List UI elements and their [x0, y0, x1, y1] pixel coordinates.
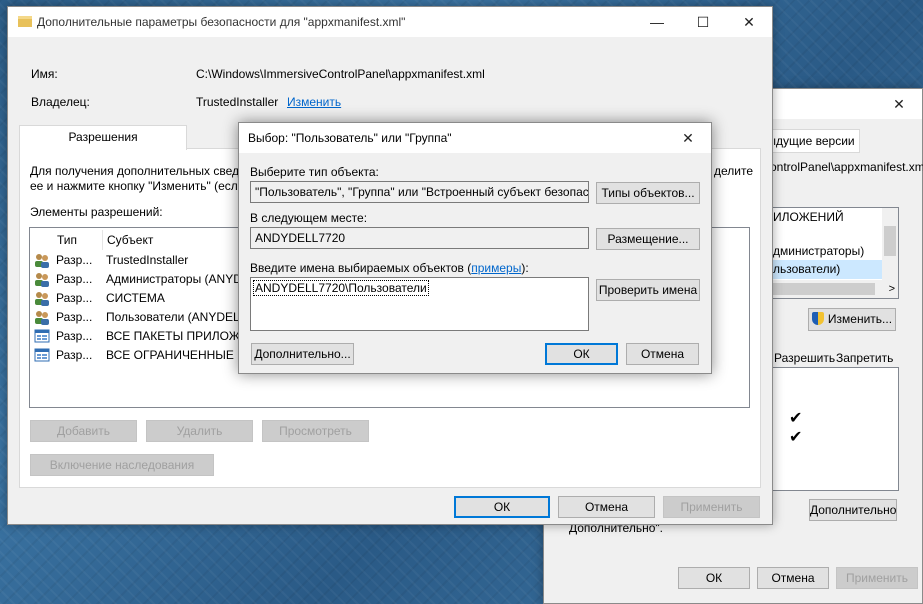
view-button[interactable]: Просмотреть [262, 420, 369, 442]
app-package-icon [34, 347, 50, 363]
list-item[interactable]: льзователи) [773, 260, 883, 279]
row-subject[interactable]: Пользователи (ANYDEL [106, 310, 240, 324]
app-package-icon [34, 328, 50, 344]
info-text-end: делите [714, 164, 754, 178]
examples-link[interactable]: примеры [471, 261, 521, 275]
row-subject[interactable]: ВСЕ ПАКЕТЫ ПРИЛОЖЕ [106, 329, 248, 343]
user-group-icon [34, 309, 50, 325]
permissions-grid: ✔ ✔ [762, 367, 899, 491]
col-deny: Запретить [836, 351, 894, 365]
apply-button[interactable]: Применить [836, 567, 918, 589]
cancel-button[interactable]: Отмена [558, 496, 655, 518]
object-names-input[interactable]: ANDYDELL7720\Пользователи [250, 277, 589, 331]
enable-inheritance-button[interactable]: Включение наследования [30, 454, 214, 476]
owner-value: TrustedInstaller [196, 95, 279, 109]
object-names-value[interactable]: ANDYDELL7720\Пользователи [253, 280, 429, 296]
names-label-prefix: Введите имена выбираемых объектов ( [250, 261, 472, 275]
name-value: C:\Windows\ImmersiveControlPanel\appxman… [196, 67, 485, 81]
remove-button[interactable]: Удалить [146, 420, 253, 442]
close-icon[interactable]: ✕ [726, 7, 772, 37]
row-type[interactable]: Разр... [56, 348, 92, 362]
ok-button[interactable]: ОК [545, 343, 618, 365]
location-label: В следующем месте: [250, 211, 368, 225]
locations-button[interactable]: Размещение... [596, 228, 700, 250]
name-label: Имя: [31, 67, 58, 81]
horizontal-scrollbar[interactable]: > [763, 280, 898, 298]
info-text-line1: Для получения дополнительных свед [30, 164, 240, 178]
column-divider [102, 230, 103, 250]
add-button[interactable]: Добавить [30, 420, 137, 442]
names-label: Введите имена выбираемых объектов (приме… [250, 261, 529, 275]
user-group-icon [34, 290, 50, 306]
row-subject[interactable]: ВСЕ ОГРАНИЧЕННЫЕ П [106, 348, 246, 362]
close-icon[interactable]: ✕ [665, 123, 711, 153]
apply-button[interactable]: Применить [663, 496, 760, 518]
window-title: Дополнительные параметры безопасности дл… [37, 15, 406, 29]
row-subject[interactable]: Администраторы (ANYDE [106, 272, 250, 286]
change-button[interactable]: Изменить... [808, 308, 896, 331]
perm-entries-label: Элементы разрешений: [30, 205, 163, 219]
row-type[interactable]: Разр... [56, 272, 92, 286]
ok-button[interactable]: ОК [454, 496, 550, 518]
col-type-header[interactable]: Тип [57, 233, 77, 247]
advanced-button[interactable]: Дополнительно... [251, 343, 354, 365]
row-subject[interactable]: TrustedInstaller [106, 253, 188, 267]
ok-button[interactable]: ОК [678, 567, 750, 589]
scroll-thumb[interactable] [884, 226, 896, 256]
user-group-icon [34, 271, 50, 287]
info-text-line2: ее и нажмите кнопку "Изменить" (есл [30, 179, 238, 193]
owner-label: Владелец: [31, 95, 90, 109]
dialog-title: Выбор: "Пользователь" или "Группа" [248, 131, 452, 145]
advanced-button[interactable]: Дополнительно [809, 499, 897, 521]
shield-icon [811, 312, 824, 325]
cancel-button[interactable]: Отмена [757, 567, 829, 589]
chevron-right-icon[interactable]: > [889, 280, 895, 298]
row-type[interactable]: Разр... [56, 253, 92, 267]
maximize-icon[interactable]: ☐ [680, 7, 726, 37]
list-item[interactable]: ИЛОЖЕНИЙ [773, 208, 844, 227]
row-type[interactable]: Разр... [56, 310, 92, 324]
check-icon: ✔ [789, 429, 803, 446]
object-type-label: Выберите тип объекта: [250, 165, 379, 179]
user-group-icon [34, 252, 50, 268]
hscroll-thumb[interactable] [765, 283, 875, 295]
close-icon[interactable]: ✕ [876, 89, 922, 119]
change-button-label: Изменить... [827, 312, 893, 326]
tab-previous-versions[interactable]: ыдущие версии [762, 129, 860, 153]
owner-change-link[interactable]: Изменить [287, 95, 341, 109]
names-label-suffix: ): [521, 261, 529, 275]
check-names-button[interactable]: Проверить имена [596, 279, 700, 301]
tab-permissions[interactable]: Разрешения [19, 125, 187, 150]
object-type-field: "Пользователь", "Группа" или "Встроенный… [250, 181, 589, 203]
minimize-icon[interactable]: — [634, 7, 680, 37]
check-icon: ✔ [789, 410, 803, 427]
object-path: ontrolPanel\appxmanifest.xm [770, 160, 923, 174]
cancel-button[interactable]: Отмена [626, 343, 699, 365]
group-list[interactable]: ИЛОЖЕНИЙ дминистраторы) льзователи) > [762, 207, 899, 299]
list-item[interactable]: дминистраторы) [773, 242, 864, 261]
object-types-button[interactable]: Типы объектов... [596, 182, 700, 204]
select-user-group-dialog: Выбор: "Пользователь" или "Группа" ✕ Выб… [238, 122, 712, 374]
row-type[interactable]: Разр... [56, 329, 92, 343]
location-field: ANDYDELL7720 [250, 227, 589, 249]
main-titlebar: Дополнительные параметры безопасности дл… [8, 7, 772, 37]
scrollbar[interactable] [882, 208, 898, 280]
dialog-titlebar: Выбор: "Пользователь" или "Группа" ✕ [239, 123, 711, 153]
col-subject-header[interactable]: Субъект [107, 233, 153, 247]
col-allow: Разрешить [774, 351, 836, 365]
row-type[interactable]: Разр... [56, 291, 92, 305]
folder-icon [18, 16, 32, 27]
row-subject[interactable]: СИСТЕМА [106, 291, 165, 305]
